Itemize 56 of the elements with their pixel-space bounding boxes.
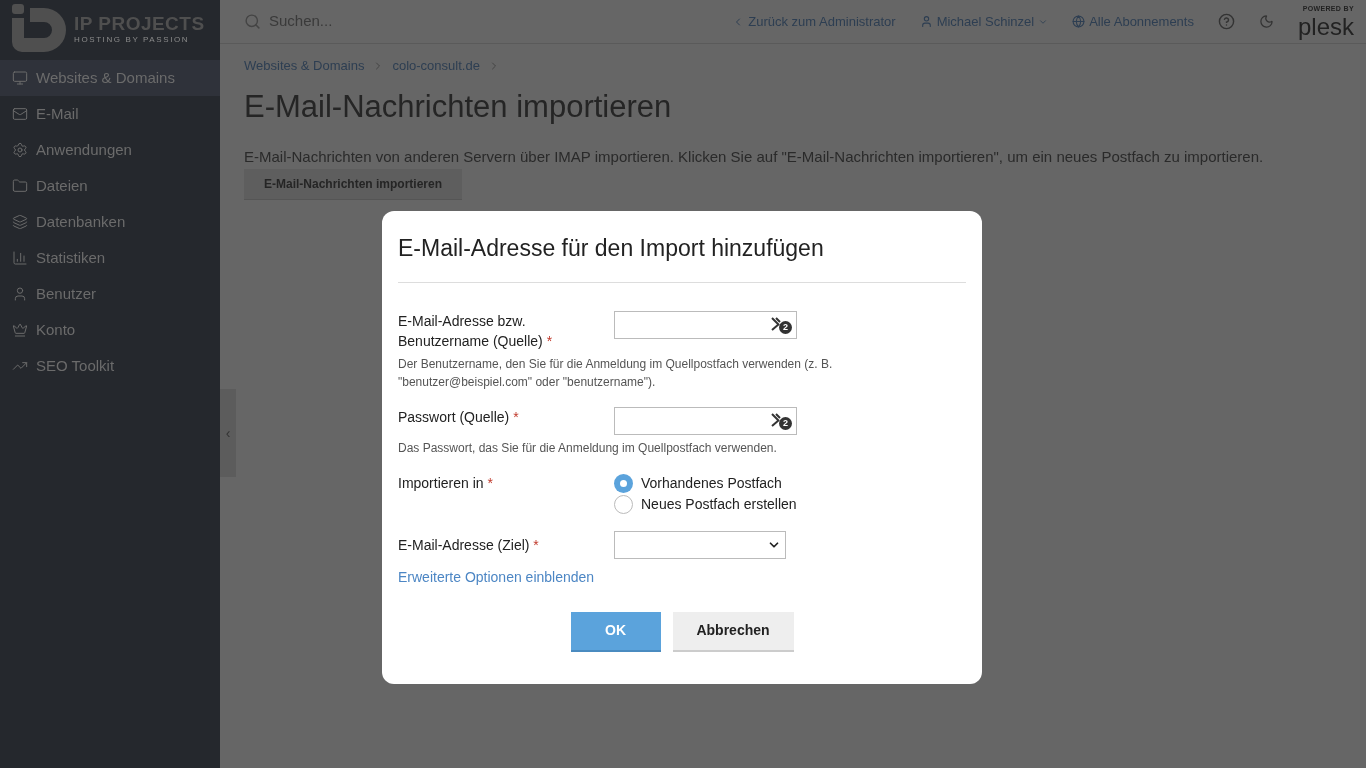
product-logo: plesk (1297, 14, 1354, 39)
password-field[interactable]: 2 (614, 406, 797, 435)
user-menu[interactable]: Michael Schinzel (919, 11, 1049, 32)
collapse-sidebar-button[interactable]: ‹ (220, 389, 236, 477)
help-icon[interactable] (1217, 13, 1235, 30)
user-icon (919, 15, 933, 28)
field-label: E-Mail-Adresse bzw. Benutzername (Quelle) * (398, 311, 554, 351)
import-button[interactable]: E-Mail-Nachrichten importieren (244, 168, 463, 200)
field-hint: Das Passwort, das Sie für die Anmeldung im Quellpostfach verwenden. (398, 439, 778, 457)
globe-icon (1072, 15, 1086, 28)
breadcrumb-link[interactable]: Websites & Domains (244, 56, 365, 76)
breadcrumb-link[interactable]: colo-consult.de (392, 56, 480, 76)
page-title: E-Mail-Nachrichten importieren (244, 87, 673, 126)
key-icon (770, 315, 782, 332)
brand-tagline: HOSTING BY PASSION (74, 34, 191, 46)
field-hint: Der Benutzername, den Sie für die Anmeldung im Quellpostfach verwenden (z. B. "benutzer@beispiel.com" oder "benutzername"). (398, 355, 834, 391)
advanced-options-link[interactable]: Erweiterte Optionen einblenden (398, 566, 966, 588)
sidebar-item[interactable]: Websites & Domains (0, 60, 220, 96)
dark-mode-icon[interactable] (1258, 14, 1274, 29)
radio-button[interactable] (614, 473, 633, 493)
radio-button[interactable] (614, 494, 633, 514)
back-link[interactable]: Zurück zum Administrator (732, 11, 896, 32)
monitor-icon (12, 70, 28, 86)
password-manager-button[interactable]: 2 (770, 411, 792, 430)
folder-icon (12, 178, 28, 194)
field-label: Passwort (Quelle) * (398, 407, 520, 427)
layers-icon (12, 214, 28, 230)
crown-icon (12, 322, 28, 338)
count-badge: 2 (779, 416, 792, 430)
key-icon (770, 411, 782, 428)
field-label: Importieren in * (398, 473, 494, 493)
sidebar-item[interactable]: Konto (0, 312, 220, 348)
sidebar-item[interactable]: Dateien (0, 168, 220, 204)
bar-chart-icon (12, 250, 28, 266)
radio-option[interactable]: Neues Postfach erstellen (614, 493, 797, 515)
sidebar-item[interactable]: E-Mail (0, 96, 220, 132)
sidebar-item[interactable]: SEO Toolkit (0, 348, 220, 384)
sidebar-item[interactable]: Benutzer (0, 276, 220, 312)
sidebar-item[interactable]: Statistiken (0, 240, 220, 276)
sidebar-item[interactable]: Anwendungen (0, 132, 220, 168)
search-icon (244, 13, 261, 30)
gear-icon (12, 142, 28, 158)
field-label: E-Mail-Adresse (Ziel) * (398, 535, 540, 555)
password-manager-button[interactable]: 2 (770, 315, 792, 334)
user-icon (12, 286, 28, 302)
count-badge: 2 (779, 320, 792, 334)
username-field[interactable]: 2 (614, 310, 797, 339)
target-address-select[interactable] (614, 530, 786, 559)
page-description: E-Mail-Nachrichten von anderen Servern über IMAP importieren. Klicken Sie auf "E-Mail-Nachrichten importieren", um ein neues Postfach zu importieren. (244, 147, 1265, 167)
sidebar-item[interactable]: Datenbanken (0, 204, 220, 240)
radio-option[interactable]: Vorhandenes Postfach (614, 472, 797, 494)
dialog-title: E-Mail-Adresse für den Import hinzufügen (398, 231, 966, 283)
subscriptions-link[interactable]: Alle Abonnements (1072, 11, 1194, 32)
ok-button[interactable]: OK (570, 611, 661, 652)
envelope-icon (12, 106, 28, 122)
cancel-button[interactable]: Abbrechen (672, 611, 794, 652)
